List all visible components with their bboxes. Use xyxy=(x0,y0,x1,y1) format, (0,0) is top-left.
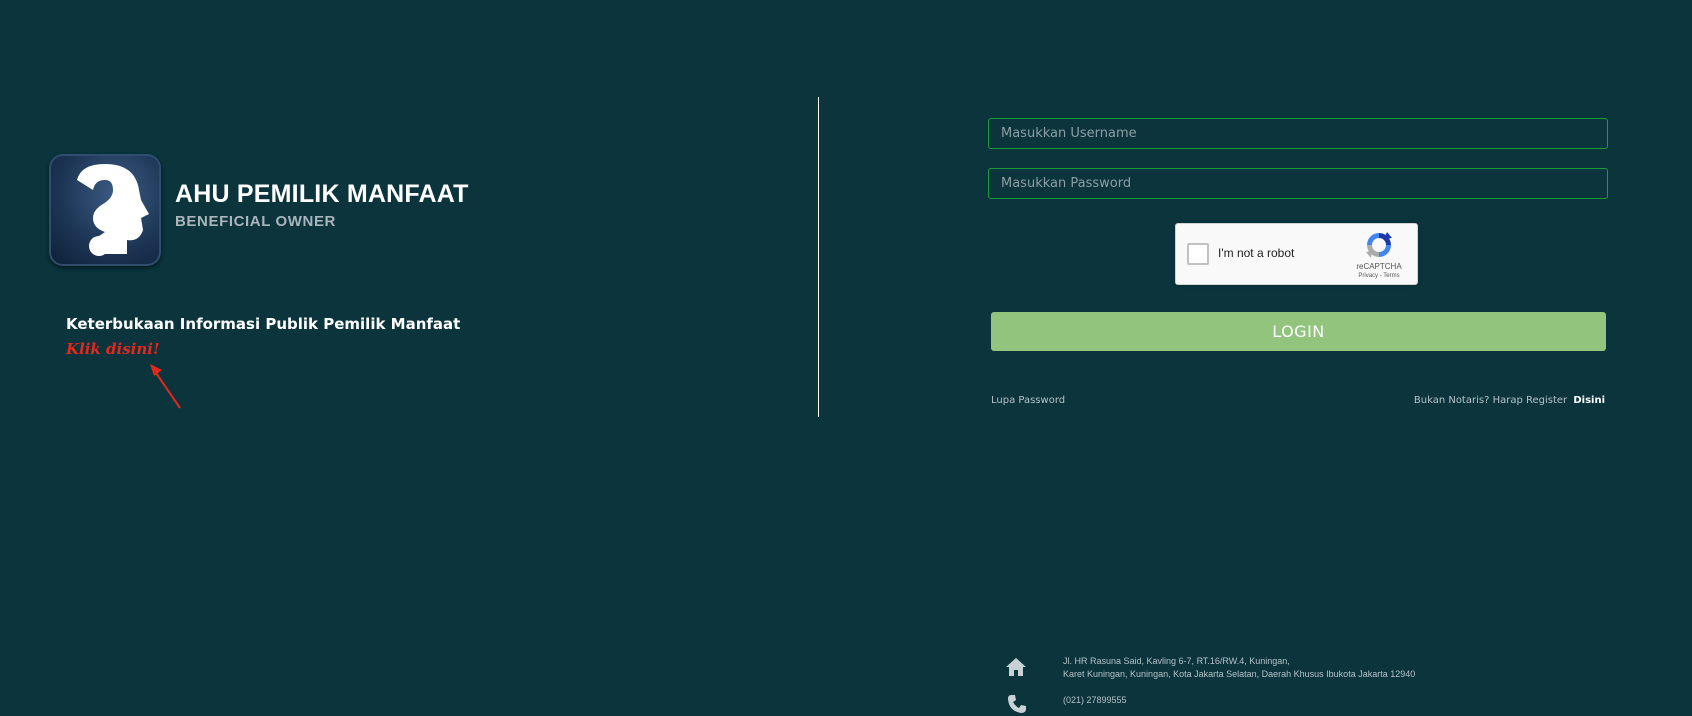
username-input[interactable] xyxy=(988,118,1608,149)
address-line-1: Jl. HR Rasuna Said, Kavling 6-7, RT.16/R… xyxy=(1063,656,1290,666)
recaptcha-brand: reCAPTCHA xyxy=(1356,262,1402,271)
password-input[interactable] xyxy=(988,168,1608,199)
phone-number: (021) 27899555 xyxy=(1063,695,1127,705)
logo xyxy=(49,154,161,266)
address-line-2: Karet Kuningan, Kuningan, Kota Jakarta S… xyxy=(1063,669,1416,679)
vertical-divider xyxy=(818,97,819,417)
login-button[interactable]: LOGIN xyxy=(991,312,1606,351)
recaptcha-privacy-terms[interactable]: Privacy - Terms xyxy=(1345,273,1413,279)
recaptcha-checkbox[interactable] xyxy=(1187,243,1209,265)
red-arrow-icon xyxy=(150,364,181,409)
brand-subtitle: BENEFICIAL OWNER xyxy=(175,213,336,230)
recaptcha-label: I'm not a robot xyxy=(1218,246,1295,260)
question-head-icon xyxy=(77,164,149,256)
public-info-link[interactable]: Klik disini! xyxy=(66,340,160,358)
forgot-password-link[interactable]: Lupa Password xyxy=(991,395,1065,406)
recaptcha-logo-icon xyxy=(1366,232,1392,258)
home-icon xyxy=(1006,658,1026,676)
register-row: Bukan Notaris? Harap Register Disini xyxy=(1414,395,1605,406)
recaptcha-widget: I'm not a robot reCAPTCHA Privacy - Term… xyxy=(1175,223,1418,285)
brand-title: AHU PEMILIK MANFAAT xyxy=(175,180,469,208)
phone-icon xyxy=(1008,695,1026,713)
info-title: Keterbukaan Informasi Publik Pemilik Man… xyxy=(66,315,461,333)
register-prompt: Bukan Notaris? Harap Register xyxy=(1413,395,1568,406)
register-link[interactable]: Disini xyxy=(1573,395,1605,406)
